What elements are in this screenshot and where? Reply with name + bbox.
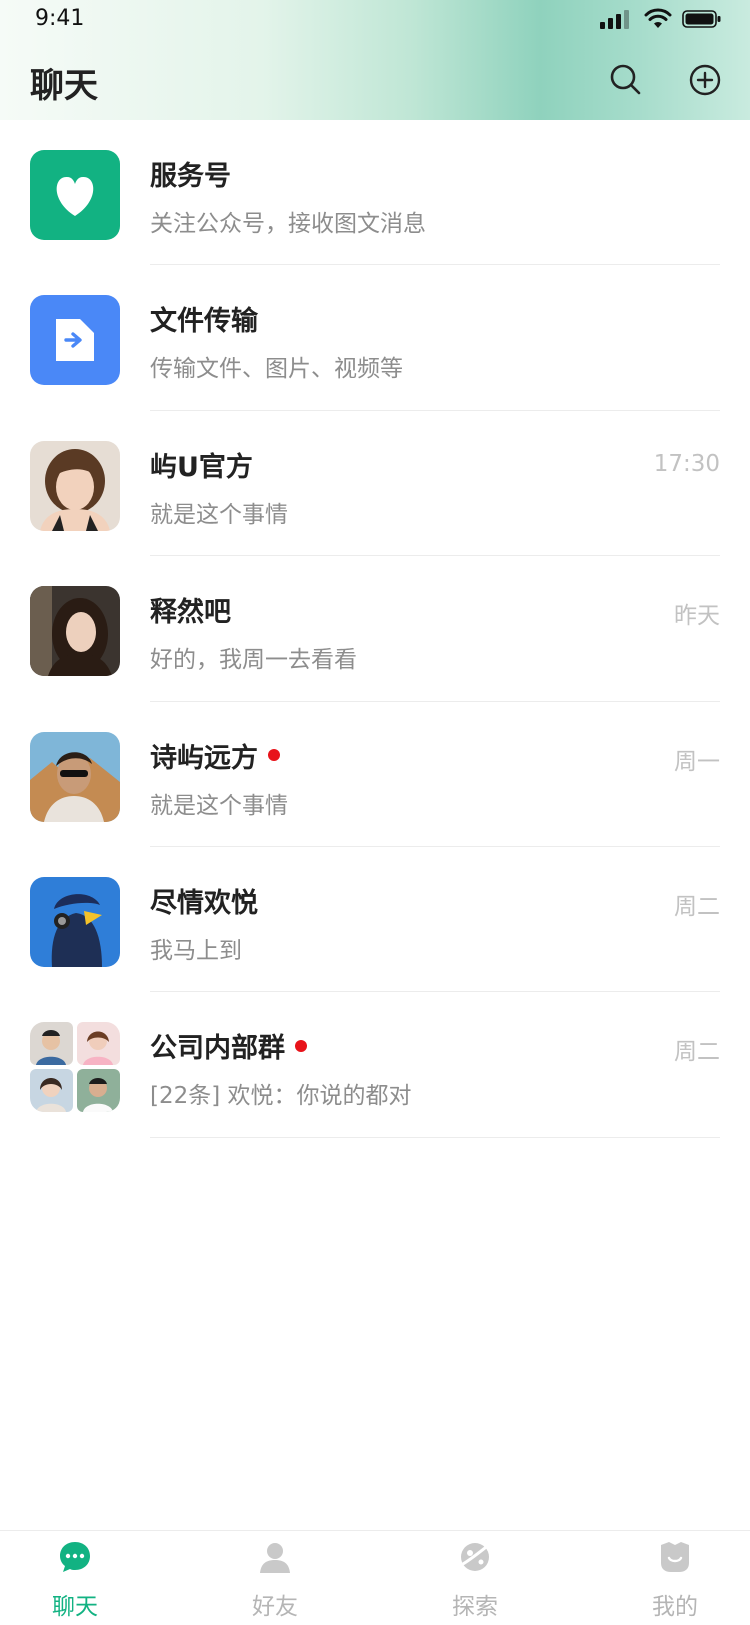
chat-row[interactable]: 释然吧 好的，我周一去看看 昨天	[0, 556, 750, 702]
tab-label: 探索	[452, 1594, 498, 1620]
page-title: 聊天	[30, 66, 98, 106]
tab-label: 聊天	[52, 1594, 98, 1620]
group-avatar-grid	[30, 1022, 120, 1113]
chat-preview: 就是这个事情	[150, 501, 288, 528]
chat-row[interactable]: 屿U官方 就是这个事情 17:30	[0, 411, 750, 557]
chat-bubble-icon	[60, 1542, 90, 1572]
tab-me[interactable]: 我的	[615, 1531, 735, 1625]
unread-dot	[295, 1039, 307, 1052]
chat-time: 昨天	[674, 603, 720, 630]
chat-preview: 就是这个事情	[150, 792, 288, 819]
status-icons	[600, 8, 722, 30]
search-icon	[610, 64, 641, 95]
chat-name: 释然吧	[150, 597, 231, 629]
battery-icon	[682, 10, 721, 28]
avatar-photo	[30, 731, 120, 822]
status-time: 9:41	[35, 6, 85, 31]
chat-name: 诗屿远方	[150, 736, 280, 775]
avatar-photo	[30, 876, 120, 967]
chat-row[interactable]: 诗屿远方 就是这个事情 周一	[0, 702, 750, 847]
avatar-photo	[30, 440, 120, 531]
chat-preview: 传输文件、图片、视频等	[150, 356, 403, 383]
plus-circle-icon	[689, 64, 721, 96]
face-icon	[661, 1542, 689, 1572]
tab-chat[interactable]: 聊天	[15, 1531, 135, 1625]
tab-label: 好友	[252, 1594, 298, 1620]
chat-row-file-transfer[interactable]: 文件传输 传输文件、图片、视频等	[0, 265, 750, 411]
avatar	[30, 876, 120, 967]
chat-preview: 我马上到	[150, 937, 242, 964]
search-button[interactable]	[606, 60, 646, 100]
chat-name: 服务号	[150, 161, 231, 192]
chat-name: 公司内部群	[150, 1026, 307, 1065]
group-avatar	[30, 1022, 120, 1113]
chat-row-service[interactable]: 服务号 关注公众号，接收图文消息	[0, 120, 750, 266]
add-button[interactable]	[685, 60, 725, 100]
planet-icon	[459, 1542, 492, 1571]
header: 9:41 聊天	[0, 0, 750, 120]
tab-friends[interactable]: 好友	[215, 1531, 335, 1625]
divider	[150, 1136, 720, 1138]
avatar	[30, 440, 120, 531]
chat-row[interactable]: 尽情欢悦 我马上到 周二	[0, 847, 750, 993]
tab-explore[interactable]: 探索	[415, 1531, 535, 1625]
chat-preview: 关注公众号，接收图文消息	[150, 211, 426, 237]
file-transfer-avatar	[30, 295, 120, 386]
chat-list: 服务号 关注公众号，接收图文消息 文件传输 传输文件、图片、视频等 屿U官方 就…	[0, 120, 750, 1138]
chat-preview: [22条] 欢悦：你说的都对	[150, 1083, 412, 1110]
tab-bar: 聊天 好友 探索 我的	[0, 1530, 750, 1625]
chat-name: 尽情欢悦	[150, 887, 258, 919]
tab-label: 我的	[652, 1594, 698, 1620]
chat-name: 文件传输	[150, 306, 258, 338]
chat-time: 周一	[674, 748, 720, 775]
file-transfer-icon	[56, 319, 94, 362]
chat-preview: 好的，我周一去看看	[150, 647, 357, 674]
avatar-photo	[30, 586, 120, 677]
unread-dot	[268, 749, 280, 762]
signal-icon	[600, 10, 629, 29]
wifi-icon	[644, 8, 672, 28]
chat-time: 周二	[674, 1039, 720, 1066]
avatar	[30, 586, 120, 677]
avatar	[30, 731, 120, 822]
heart-icon	[56, 176, 94, 216]
chat-name: 屿U官方	[150, 451, 253, 483]
person-icon	[260, 1543, 290, 1573]
chat-row-group[interactable]: 公司内部群 [22条] 欢悦：你说的都对 周二	[0, 992, 750, 1138]
chat-time: 周二	[674, 893, 720, 920]
service-avatar	[30, 150, 120, 240]
chat-time: 17:30	[653, 450, 720, 477]
